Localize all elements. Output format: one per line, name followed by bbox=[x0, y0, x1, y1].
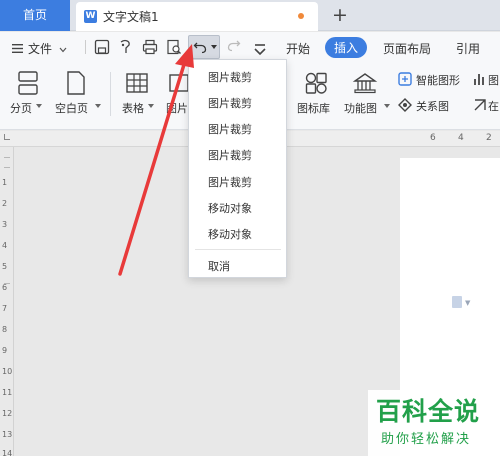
page-layout-icon[interactable] bbox=[452, 296, 462, 308]
table-label: 表格 bbox=[122, 102, 144, 115]
save-icon[interactable] bbox=[93, 38, 111, 56]
online-icon bbox=[474, 99, 486, 111]
menu-item-move-object[interactable]: 移动对象 bbox=[208, 226, 252, 242]
ruler-tick bbox=[4, 167, 10, 168]
chevron-down-icon bbox=[36, 104, 42, 108]
watermark-slogan: 助你轻松解决 bbox=[381, 432, 472, 447]
ruler-number: 5 bbox=[2, 262, 8, 271]
ruler-number: 13 bbox=[2, 430, 13, 439]
tab-references[interactable]: 引用 bbox=[456, 40, 480, 57]
function-chart-label: 功能图 bbox=[344, 102, 377, 115]
ruler-number: 7 bbox=[2, 304, 8, 313]
ruler-number: 8 bbox=[2, 325, 8, 334]
unsaved-indicator bbox=[298, 13, 304, 19]
ruler-corner-icon bbox=[4, 134, 10, 140]
ruler-number: 9 bbox=[2, 346, 8, 355]
tab-bar: 首页 W 文字文稿1 + bbox=[0, 0, 500, 31]
ruler-number: 1 bbox=[2, 178, 8, 187]
menu-item-cancel[interactable]: 取消 bbox=[208, 258, 230, 274]
table-icon bbox=[126, 73, 148, 93]
ruler-number: 3 bbox=[2, 220, 8, 229]
menu-item-crop-picture[interactable]: 图片裁剪 bbox=[208, 95, 252, 111]
menu-item-crop-picture[interactable]: 图片裁剪 bbox=[208, 147, 252, 163]
toolbar-divider bbox=[85, 40, 86, 54]
blank-page-icon bbox=[67, 71, 85, 95]
smart-shape-label: 智能图形 bbox=[416, 74, 460, 87]
menu-icon bbox=[12, 42, 24, 56]
ruler-number: 2 bbox=[486, 133, 492, 143]
icon-library-icon bbox=[305, 72, 327, 94]
tab-insert[interactable]: 插入 bbox=[325, 37, 368, 58]
icon-library-label: 图标库 bbox=[297, 102, 330, 115]
chevron-down-icon bbox=[384, 104, 390, 108]
new-tab-button[interactable]: + bbox=[332, 4, 348, 26]
format-painter-icon[interactable] bbox=[117, 38, 135, 56]
watermark-logo: 百科全说 bbox=[376, 397, 481, 426]
chevron-down-icon bbox=[148, 104, 154, 108]
undo-icon bbox=[193, 42, 207, 54]
file-menu-button[interactable]: 文件 bbox=[12, 40, 67, 57]
print-icon[interactable] bbox=[141, 38, 159, 56]
document-title: 文字文稿1 bbox=[103, 10, 159, 24]
tab-start[interactable]: 开始 bbox=[286, 40, 310, 57]
ruler-number: 6 bbox=[2, 283, 8, 292]
ruler-number: 11 bbox=[2, 388, 13, 397]
ruler-number: 4 bbox=[2, 241, 8, 250]
tab-page-layout[interactable]: 页面布局 bbox=[383, 40, 431, 57]
ruler-tick bbox=[4, 283, 10, 284]
blank-page-label: 空白页 bbox=[55, 102, 88, 115]
menu-item-crop-picture[interactable]: 图片裁剪 bbox=[208, 121, 252, 137]
ribbon-divider bbox=[110, 72, 111, 116]
file-menu-label: 文件 bbox=[28, 42, 53, 56]
ruler-number: 14 bbox=[2, 449, 13, 456]
page-break-icon bbox=[18, 71, 38, 95]
print-preview-icon[interactable] bbox=[165, 38, 183, 56]
ruler-number: 2 bbox=[2, 199, 8, 208]
home-tab[interactable]: 首页 bbox=[0, 0, 70, 31]
bar-chart-icon bbox=[474, 74, 484, 85]
left-ruler: 1 2 3 4 5 6 7 8 9 10 11 12 13 14 bbox=[0, 147, 14, 456]
undo-button[interactable] bbox=[188, 35, 220, 59]
document-tab[interactable]: W 文字文稿1 bbox=[76, 2, 318, 31]
ruler-tick bbox=[4, 157, 10, 158]
chevron-down-icon bbox=[59, 47, 67, 53]
menu-item-move-object[interactable]: 移动对象 bbox=[208, 200, 252, 216]
function-chart-icon bbox=[352, 73, 378, 94]
menu-item-crop-picture[interactable]: 图片裁剪 bbox=[208, 174, 252, 190]
online-label: 在 bbox=[488, 100, 499, 113]
document-icon: W bbox=[84, 10, 97, 23]
ruler-number: 6 bbox=[430, 133, 436, 143]
redo-icon[interactable] bbox=[225, 38, 243, 56]
relation-chart-icon bbox=[398, 98, 412, 112]
picture-icon bbox=[169, 74, 188, 92]
smart-shape-icon bbox=[398, 72, 412, 86]
menu-item-crop-picture[interactable]: 图片裁剪 bbox=[208, 69, 252, 85]
menu-divider bbox=[195, 249, 281, 250]
page-break-label: 分页 bbox=[10, 102, 32, 115]
undo-dropdown-caret-icon[interactable] bbox=[211, 45, 217, 49]
relation-chart-label: 关系图 bbox=[416, 100, 449, 113]
ruler-number: 12 bbox=[2, 409, 13, 418]
more-icon[interactable] bbox=[251, 40, 269, 58]
ruler-number: 10 bbox=[2, 367, 13, 376]
undo-history-menu: 图片裁剪 图片裁剪 图片裁剪 图片裁剪 图片裁剪 移动对象 移动对象 取消 bbox=[188, 59, 287, 278]
chevron-down-icon bbox=[95, 104, 101, 108]
picture-label: 图片 bbox=[166, 102, 188, 115]
chevron-down-icon[interactable]: ▼ bbox=[465, 299, 470, 307]
ruler-number: 4 bbox=[458, 133, 464, 143]
chart-label: 图 bbox=[488, 74, 499, 87]
